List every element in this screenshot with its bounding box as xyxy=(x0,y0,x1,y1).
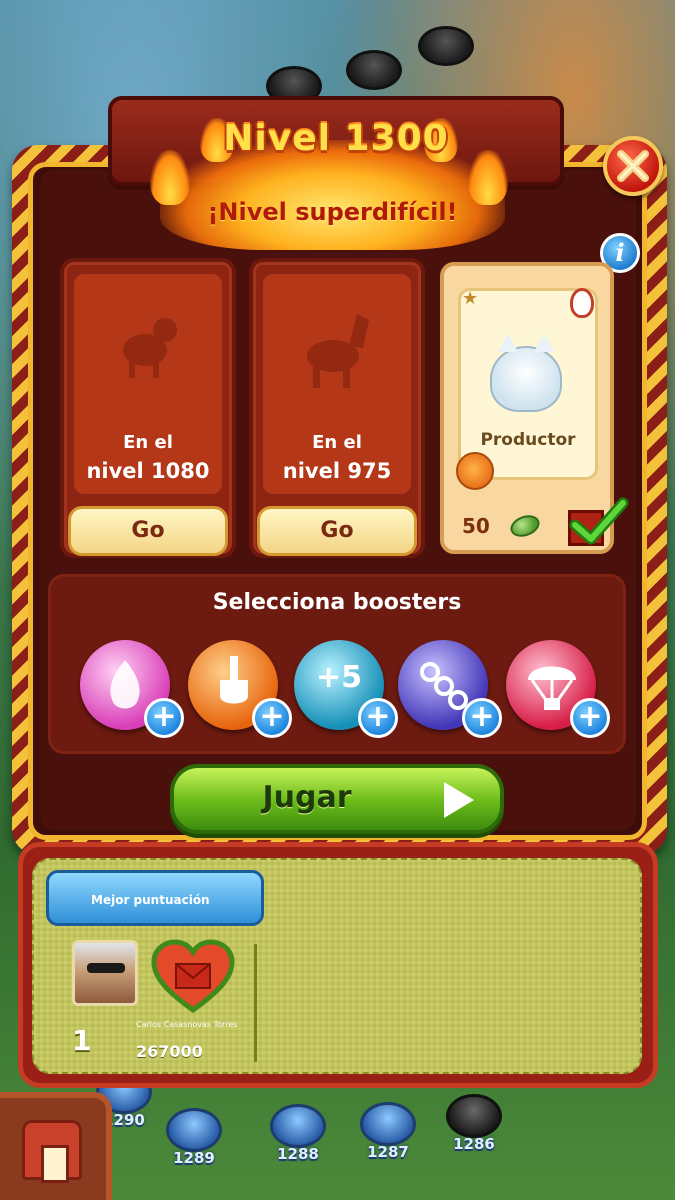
producer-select-checkbox[interactable] xyxy=(568,497,629,546)
producer-price: 50 xyxy=(462,514,490,538)
shovel-icon xyxy=(220,656,248,704)
locked-animal-card-1: En el nivel 1080 Go xyxy=(60,258,236,558)
checkmark-icon xyxy=(569,497,629,545)
bean-icon xyxy=(507,511,543,541)
add-booster-button[interactable]: + xyxy=(252,698,292,738)
parachute-icon xyxy=(528,666,576,710)
map-level-number: 1289 xyxy=(173,1149,215,1167)
leaderboard-entry: 1 Carlos Casasnovas Torres 267000 xyxy=(68,938,258,1068)
add-booster-button[interactable]: + xyxy=(358,698,398,738)
unlock-requirement: En el nivel 1080 xyxy=(64,432,232,483)
lamb-silhouette-icon xyxy=(123,318,177,378)
shovel-booster[interactable]: + xyxy=(188,640,292,738)
producer-animal-card[interactable]: ★ Productor 50 xyxy=(440,262,629,554)
shuffle-booster[interactable]: + xyxy=(398,640,502,738)
best-score-tab[interactable]: Mejor puntuación xyxy=(46,870,264,926)
map-level-node-1287[interactable]: 1287 xyxy=(360,1102,416,1161)
player-name: Carlos Casasnovas Torres xyxy=(136,1020,238,1029)
add-booster-button[interactable]: + xyxy=(570,698,610,738)
send-life-heart-icon[interactable] xyxy=(148,938,238,1016)
unlock-requirement: En el nivel 975 xyxy=(253,432,421,483)
go-button[interactable]: Go xyxy=(257,506,417,556)
boosters-title: Selecciona boosters xyxy=(212,590,462,615)
star-icon: ★ xyxy=(462,288,479,309)
carrot-icon xyxy=(456,452,494,490)
plus-five-label: +5 xyxy=(315,660,362,695)
farm-button[interactable] xyxy=(0,1092,112,1200)
play-button-label: Jugar xyxy=(262,780,352,815)
go-button[interactable]: Go xyxy=(68,506,228,556)
horse-silhouette-icon xyxy=(307,314,369,388)
locked-animal-card-2: En el nivel 975 Go xyxy=(249,258,425,558)
unlock-line-1: En el xyxy=(312,432,362,453)
map-level-number: 1287 xyxy=(367,1143,409,1161)
add-booster-button[interactable]: + xyxy=(462,698,502,738)
shuffle-icon xyxy=(420,662,468,710)
close-icon xyxy=(617,150,649,182)
player-score: 267000 xyxy=(136,1042,203,1061)
difficulty-label: ¡Nivel superdifícil! xyxy=(207,198,458,226)
onion-booster[interactable]: + xyxy=(80,640,184,738)
map-level-node[interactable] xyxy=(346,50,402,90)
unlock-line-1: En el xyxy=(123,432,173,453)
map-level-number: 1286 xyxy=(453,1135,495,1153)
barn-icon xyxy=(22,1120,82,1183)
info-icon: i xyxy=(615,238,625,267)
parachute-booster[interactable]: + xyxy=(506,640,610,738)
seed-icon xyxy=(570,288,594,318)
unlock-level: nivel 1080 xyxy=(86,459,210,483)
level-title: Nivel 1300 xyxy=(223,118,449,159)
map-level-number: 1288 xyxy=(277,1145,319,1163)
map-level-node-1289[interactable]: 1289 xyxy=(166,1108,222,1167)
play-button[interactable]: Jugar xyxy=(170,764,504,834)
add-booster-button[interactable]: + xyxy=(144,698,184,738)
white-fox-icon xyxy=(490,334,562,412)
map-level-node-1288[interactable]: 1288 xyxy=(270,1104,326,1163)
producer-label: Productor xyxy=(480,430,576,450)
unlock-level: nivel 975 xyxy=(282,459,392,483)
onion-icon xyxy=(110,660,140,709)
player-avatar[interactable] xyxy=(72,940,138,1006)
play-arrow-icon xyxy=(444,782,474,818)
map-level-node-1286[interactable]: 1286 xyxy=(446,1094,502,1153)
map-level-node[interactable] xyxy=(418,26,474,66)
close-button[interactable] xyxy=(603,136,663,196)
player-rank: 1 xyxy=(72,1024,92,1057)
plus-five-moves-booster[interactable]: +5 + xyxy=(294,640,398,738)
